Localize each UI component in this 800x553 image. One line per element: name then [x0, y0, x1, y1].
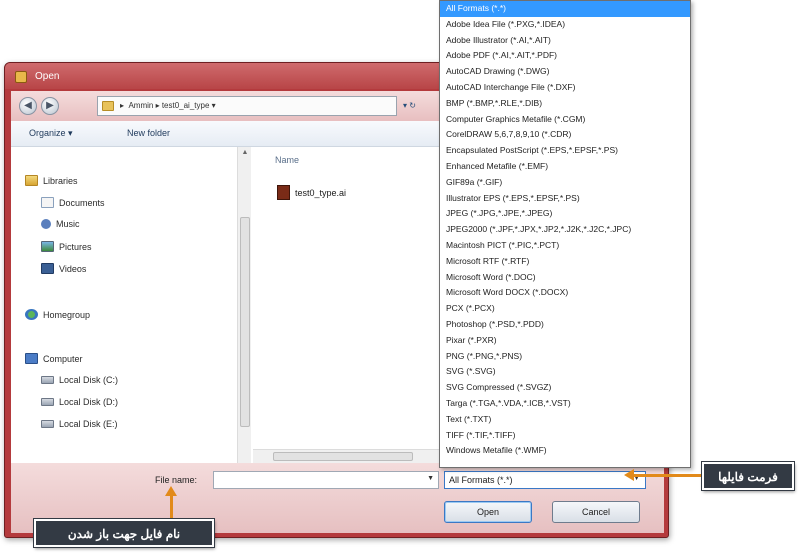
format-option[interactable]: Text (*.TXT): [440, 412, 690, 428]
navigation-scrollbar[interactable]: ▲: [237, 147, 251, 463]
file-format-callout: فرمت فایلها: [702, 462, 794, 490]
open-button[interactable]: Open: [444, 501, 532, 523]
refresh-button[interactable]: ▾ ↻: [403, 98, 427, 114]
format-option[interactable]: Adobe Idea File (*.PXG,*.IDEA): [440, 17, 690, 33]
organize-button[interactable]: Organize ▾: [29, 128, 73, 139]
format-option[interactable]: CorelDRAW 5,6,7,8,9,10 (*.CDR): [440, 127, 690, 143]
sidebar-item-documents[interactable]: Documents: [41, 197, 105, 208]
sidebar-item-label: Computer: [43, 353, 83, 364]
format-option[interactable]: Targa (*.TGA,*.VDA,*.ICB,*.VST): [440, 396, 690, 412]
sidebar-item-disk-c[interactable]: Local Disk (C:): [41, 375, 118, 385]
navigation-pane: Libraries Documents Music Pictures Video…: [11, 147, 237, 463]
sidebar-item-label: Libraries: [43, 175, 78, 186]
file-format-value: All Formats (*.*): [449, 475, 513, 485]
file-name-callout: نام فایل جهت باز شدن: [34, 519, 214, 547]
computer-icon: [25, 353, 38, 364]
format-option[interactable]: SVG Compressed (*.SVGZ): [440, 380, 690, 396]
disk-drive-icon: [41, 376, 54, 384]
file-item[interactable]: test0_type.ai: [277, 185, 346, 200]
format-option[interactable]: Computer Graphics Metafile (*.CGM): [440, 112, 690, 128]
format-option[interactable]: Adobe PDF (*.AI,*.AIT,*.PDF): [440, 48, 690, 64]
file-name-arrow: [170, 494, 173, 520]
format-option[interactable]: Microsoft Word (*.DOC): [440, 270, 690, 286]
format-option[interactable]: All Formats (*.*): [440, 1, 690, 17]
file-format-arrow: [632, 474, 702, 477]
format-option[interactable]: Windows Metafile (*.WMF): [440, 443, 690, 459]
sidebar-item-label: Videos: [59, 263, 87, 274]
forward-arrow-icon[interactable]: ▶: [41, 97, 59, 115]
sidebar-item-label: Local Disk (D:): [59, 397, 119, 407]
sidebar-item-label: Local Disk (E:): [59, 419, 118, 429]
new-folder-button[interactable]: New folder: [127, 128, 170, 138]
breadcrumb-path: ▸ Ammin ▸ test0_ai_type ▾: [120, 101, 216, 110]
sidebar-item-label: Homegroup: [43, 309, 91, 320]
format-option[interactable]: Microsoft RTF (*.RTF): [440, 254, 690, 270]
documents-icon: [41, 197, 54, 208]
sidebar-item-pictures[interactable]: Pictures: [41, 241, 92, 252]
disk-drive-icon: [41, 398, 54, 406]
pictures-icon: [41, 241, 54, 252]
folder-icon: [102, 101, 114, 111]
file-name-label: File name:: [155, 475, 198, 485]
sidebar-item-label: Local Disk (C:): [59, 375, 119, 385]
format-option[interactable]: AutoCAD Interchange File (*.DXF): [440, 80, 690, 96]
format-option[interactable]: Photoshop (*.PSD,*.PDD): [440, 317, 690, 333]
format-option[interactable]: TIFF (*.TIF,*.TIFF): [440, 428, 690, 444]
sidebar-item-computer[interactable]: Computer: [25, 353, 83, 364]
format-option[interactable]: Encapsulated PostScript (*.EPS,*.EPSF,*.…: [440, 143, 690, 159]
music-icon: [41, 219, 51, 229]
sidebar-item-music[interactable]: Music: [41, 219, 80, 229]
format-option[interactable]: Macintosh PICT (*.PIC,*.PCT): [440, 238, 690, 254]
format-option[interactable]: JPEG (*.JPG,*.JPE,*.JPEG): [440, 206, 690, 222]
scrollbar-thumb[interactable]: [240, 217, 250, 427]
format-option[interactable]: JPEG2000 (*.JPF,*.JPX,*.JP2,*.J2K,*.J2C,…: [440, 222, 690, 238]
back-arrow-icon[interactable]: ◀: [19, 97, 37, 115]
videos-icon: [41, 263, 54, 274]
disk-drive-icon: [41, 420, 54, 428]
illustrator-app-icon: [15, 71, 27, 83]
format-option[interactable]: Pixar (*.PXR): [440, 333, 690, 349]
scroll-up-icon[interactable]: ▲: [240, 149, 250, 159]
sidebar-item-videos[interactable]: Videos: [41, 263, 86, 274]
window-title: Open: [35, 71, 60, 82]
cancel-button[interactable]: Cancel: [552, 501, 640, 523]
format-option[interactable]: Microsoft Word DOCX (*.DOCX): [440, 285, 690, 301]
sidebar-item-label: Music: [56, 219, 80, 229]
libraries-icon: [25, 175, 38, 186]
format-option[interactable]: GIF89a (*.GIF): [440, 175, 690, 191]
arrow-head-icon: [624, 469, 634, 481]
format-option[interactable]: Enhanced Metafile (*.EMF): [440, 159, 690, 175]
format-option[interactable]: BMP (*.BMP,*.RLE,*.DIB): [440, 96, 690, 112]
file-format-select[interactable]: All Formats (*.*) ▼: [444, 471, 646, 489]
sidebar-item-homegroup[interactable]: Homegroup: [25, 309, 90, 320]
column-header-name[interactable]: Name: [275, 155, 299, 165]
chevron-down-icon[interactable]: ▼: [427, 475, 434, 482]
arrow-head-icon: [165, 486, 177, 496]
file-format-dropdown-list[interactable]: All Formats (*.*) Adobe Idea File (*.PXG…: [439, 0, 691, 468]
format-option[interactable]: Adobe Illustrator (*.AI,*.AIT): [440, 33, 690, 49]
format-option[interactable]: AutoCAD Drawing (*.DWG): [440, 64, 690, 80]
scrollbar-thumb[interactable]: [273, 452, 413, 461]
sidebar-item-label: Documents: [59, 197, 105, 208]
file-item-label: test0_type.ai: [295, 187, 347, 198]
format-option[interactable]: PNG (*.PNG,*.PNS): [440, 349, 690, 365]
format-option[interactable]: PCX (*.PCX): [440, 301, 690, 317]
sidebar-item-disk-e[interactable]: Local Disk (E:): [41, 419, 118, 429]
format-option[interactable]: SVG (*.SVG): [440, 364, 690, 380]
format-option[interactable]: Illustrator EPS (*.EPS,*.EPSF,*.PS): [440, 191, 690, 207]
sidebar-item-disk-d[interactable]: Local Disk (D:): [41, 397, 118, 407]
sidebar-item-libraries[interactable]: Libraries: [25, 175, 78, 186]
homegroup-icon: [25, 309, 38, 320]
illustrator-file-icon: [277, 185, 290, 200]
sidebar-item-label: Pictures: [59, 241, 92, 252]
file-name-input[interactable]: ▼: [213, 471, 439, 489]
breadcrumb[interactable]: ▸ Ammin ▸ test0_ai_type ▾: [97, 96, 397, 116]
